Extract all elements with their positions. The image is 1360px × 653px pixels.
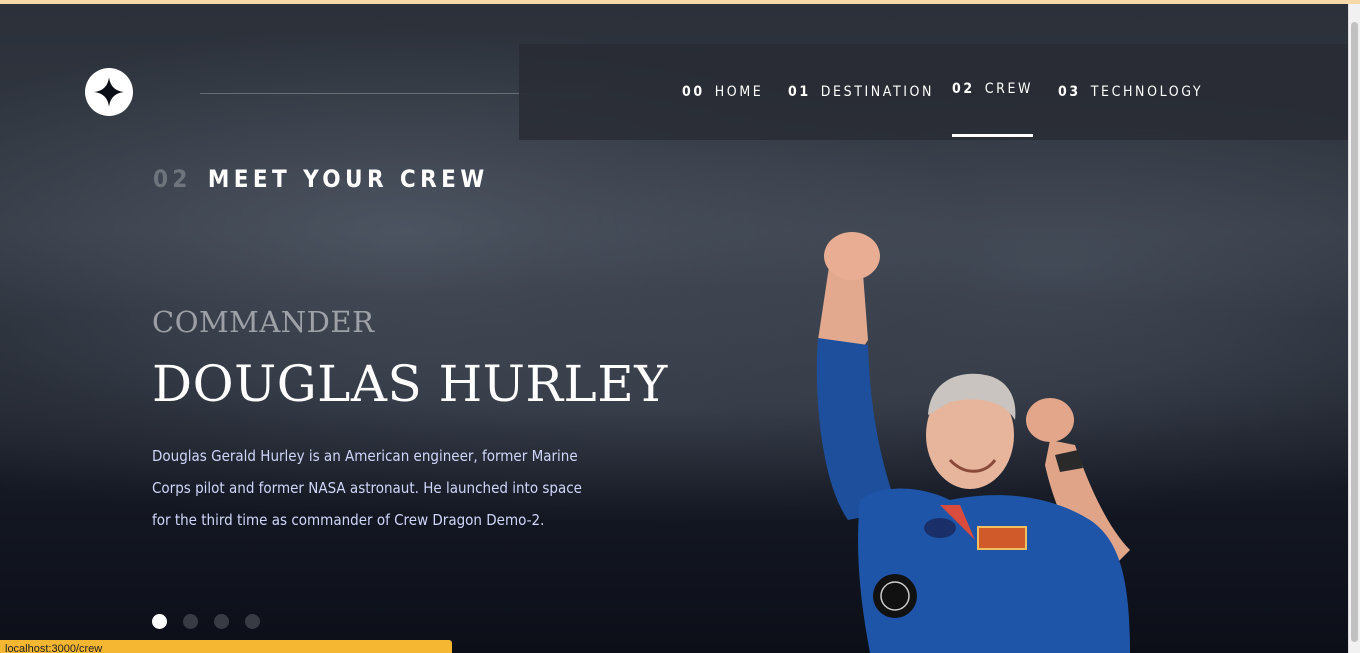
crew-bio: Douglas Gerald Hurley is an American eng…: [152, 447, 582, 529]
crew-name: DOUGLAS HURLEY: [152, 355, 668, 413]
page-scrollbar[interactable]: [1348, 4, 1360, 653]
nav-item-number: 02: [952, 81, 975, 97]
nav-item-number: 03: [1058, 84, 1081, 100]
logo-icon[interactable]: [85, 68, 133, 116]
carousel-dot-4[interactable]: [245, 614, 260, 629]
primary-nav: 00 HOME 01 DESTINATION 02 CREW 03 TECHNO…: [519, 44, 1349, 140]
scrollbar-thumb[interactable]: [1351, 22, 1358, 642]
nav-item-destination[interactable]: 01 DESTINATION: [788, 44, 934, 140]
crew-member-image: [816, 232, 1130, 653]
carousel-dot-2[interactable]: [183, 614, 198, 629]
page-heading-number: 02: [153, 165, 192, 193]
nav-item-crew[interactable]: 02 CREW: [952, 41, 1034, 137]
nav-item-label: HOME: [714, 84, 764, 100]
page-heading: 02 MEET YOUR CREW: [153, 165, 489, 193]
carousel-dot-1[interactable]: [152, 614, 167, 629]
nav-item-number: 00: [682, 84, 705, 100]
nav-item-number: 01: [788, 84, 811, 100]
page-heading-label: MEET YOUR CREW: [207, 165, 489, 193]
nav-item-home[interactable]: 00 HOME: [682, 44, 763, 140]
carousel-dot-3[interactable]: [214, 614, 229, 629]
nav-item-technology[interactable]: 03 TECHNOLOGY: [1058, 44, 1203, 140]
crew-role: COMMANDER: [152, 305, 375, 339]
status-bar-url: localhost:3000/crew: [0, 640, 452, 653]
nav-item-label: DESTINATION: [820, 84, 935, 100]
crew-carousel-dots: [152, 614, 260, 629]
nav-item-label: TECHNOLOGY: [1090, 84, 1204, 100]
nav-item-label: CREW: [984, 81, 1034, 97]
